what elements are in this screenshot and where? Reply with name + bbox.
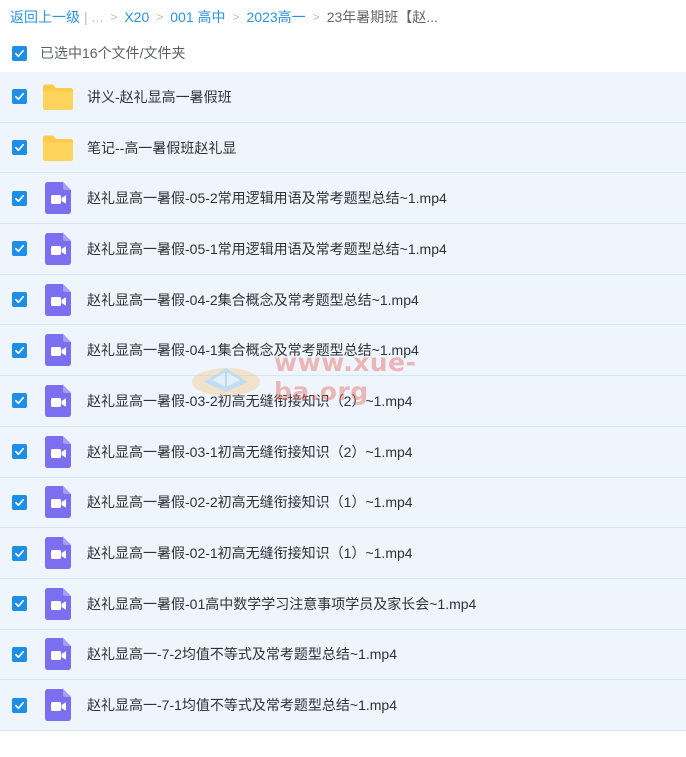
breadcrumb-item-x20[interactable]: X20	[124, 9, 149, 25]
folder-icon	[42, 81, 74, 113]
file-name[interactable]: 赵礼显高一暑假-03-2初高无缝衔接知识（2）~1.mp4	[87, 391, 413, 411]
chevron-right-icon: >	[232, 10, 240, 24]
video-file-icon	[42, 486, 74, 519]
checkmark-icon	[15, 549, 24, 557]
file-checkbox[interactable]	[12, 646, 27, 662]
checkmark-icon	[15, 448, 24, 456]
checkmark-icon	[15, 245, 24, 253]
breadcrumb-current: 23年暑期班【赵...	[326, 9, 438, 25]
video-file-icon	[42, 587, 74, 620]
file-checkbox[interactable]	[12, 697, 27, 713]
file-checkbox[interactable]	[12, 596, 27, 612]
file-checkbox[interactable]	[12, 444, 27, 460]
breadcrumb-ellipsis[interactable]: ...	[92, 9, 104, 25]
file-checkbox[interactable]	[12, 190, 27, 206]
video-file-icon	[42, 689, 74, 722]
file-row[interactable]: 赵礼显高一暑假-04-1集合概念及常考题型总结~1.mp4	[0, 325, 686, 377]
file-row[interactable]: 赵礼显高一暑假-04-2集合概念及常考题型总结~1.mp4	[0, 274, 686, 326]
checkmark-icon	[15, 397, 24, 405]
checkmark-icon	[15, 296, 24, 304]
file-row[interactable]: 赵礼显高一暑假-02-2初高无缝衔接知识（1）~1.mp4	[0, 477, 686, 529]
breadcrumb-divider: |	[84, 9, 88, 25]
select-all-checkbox[interactable]	[12, 45, 27, 61]
file-row[interactable]: 赵礼显高一暑假-02-1初高无缝衔接知识（1）~1.mp4	[0, 528, 686, 579]
video-file-icon	[42, 435, 74, 468]
file-checkbox[interactable]	[12, 140, 27, 156]
chevron-right-icon: >	[110, 10, 118, 24]
video-file-icon	[42, 232, 74, 265]
checkmark-icon	[15, 49, 24, 57]
video-file-icon	[42, 182, 74, 215]
file-name[interactable]: 赵礼显高一-7-1均值不等式及常考题型总结~1.mp4	[87, 695, 397, 715]
selection-count-label: 已选中16个文件/文件夹	[40, 45, 186, 61]
checkmark-icon	[15, 346, 24, 354]
file-row[interactable]: 赵礼显高一暑假-03-1初高无缝衔接知识（2）~1.mp4	[0, 426, 686, 478]
file-checkbox[interactable]	[12, 545, 27, 561]
chevron-right-icon: >	[156, 10, 164, 24]
file-row[interactable]: 笔记--高一暑假班赵礼显	[0, 122, 686, 174]
back-link[interactable]: 返回上一级	[10, 7, 80, 27]
file-name[interactable]: 赵礼显高一暑假-04-1集合概念及常考题型总结~1.mp4	[87, 340, 419, 360]
checkmark-icon	[15, 498, 24, 506]
file-checkbox[interactable]	[12, 494, 27, 510]
file-checkbox[interactable]	[12, 89, 27, 105]
video-file-icon	[42, 537, 74, 570]
breadcrumb-item-high-school[interactable]: 001 高中	[170, 7, 225, 27]
file-row[interactable]: 赵礼显高一暑假-05-1常用逻辑用语及常考题型总结~1.mp4	[0, 224, 686, 275]
file-checkbox[interactable]	[12, 342, 27, 358]
file-row[interactable]: 赵礼显高一-7-1均值不等式及常考题型总结~1.mp4	[0, 680, 686, 731]
file-row[interactable]: 赵礼显高一暑假-05-2常用逻辑用语及常考题型总结~1.mp4	[0, 173, 686, 225]
video-file-icon	[42, 638, 74, 671]
file-checkbox[interactable]	[12, 393, 27, 409]
folder-name[interactable]: 讲义-赵礼显高一暑假班	[87, 87, 232, 107]
file-name[interactable]: 赵礼显高一暑假-03-1初高无缝衔接知识（2）~1.mp4	[87, 442, 413, 462]
file-row[interactable]: 赵礼显高一-7-2均值不等式及常考题型总结~1.mp4	[0, 629, 686, 681]
file-list: 讲义-赵礼显高一暑假班 笔记--高一暑假班赵礼显赵礼显高一暑假-05-2常用逻辑用…	[0, 72, 686, 731]
file-checkbox[interactable]	[12, 241, 27, 257]
video-file-icon	[42, 384, 74, 417]
video-file-icon	[42, 334, 74, 367]
breadcrumb-item-2023-grade1[interactable]: 2023高一	[247, 7, 306, 27]
checkmark-icon	[15, 600, 24, 608]
video-file-icon	[42, 283, 74, 316]
checkmark-icon	[15, 650, 24, 658]
checkmark-icon	[15, 93, 24, 101]
checkmark-icon	[15, 143, 24, 152]
file-name[interactable]: 赵礼显高一暑假-01高中数学学习注意事项学员及家长会~1.mp4	[87, 594, 476, 614]
breadcrumb: 返回上一级 | ... > X20 > 001 高中 > 2023高一 > 23…	[0, 0, 686, 34]
chevron-right-icon: >	[312, 10, 320, 24]
file-name[interactable]: 赵礼显高一-7-2均值不等式及常考题型总结~1.mp4	[87, 644, 397, 664]
file-row[interactable]: 赵礼显高一暑假-03-2初高无缝衔接知识（2）~1.mp4	[0, 376, 686, 427]
folder-icon	[42, 132, 74, 164]
file-name[interactable]: 赵礼显高一暑假-05-1常用逻辑用语及常考题型总结~1.mp4	[87, 239, 447, 259]
file-row[interactable]: 讲义-赵礼显高一暑假班	[0, 72, 686, 123]
file-name[interactable]: 赵礼显高一暑假-05-2常用逻辑用语及常考题型总结~1.mp4	[87, 188, 447, 208]
file-name[interactable]: 赵礼显高一暑假-02-2初高无缝衔接知识（1）~1.mp4	[87, 492, 413, 512]
file-name[interactable]: 赵礼显高一暑假-04-2集合概念及常考题型总结~1.mp4	[87, 290, 419, 310]
checkmark-icon	[15, 194, 24, 202]
file-checkbox[interactable]	[12, 292, 27, 308]
folder-name[interactable]: 笔记--高一暑假班赵礼显	[87, 138, 236, 158]
file-name[interactable]: 赵礼显高一暑假-02-1初高无缝衔接知识（1）~1.mp4	[87, 543, 413, 563]
select-all-bar: 已选中16个文件/文件夹	[0, 36, 686, 70]
checkmark-icon	[15, 701, 24, 709]
file-row[interactable]: 赵礼显高一暑假-01高中数学学习注意事项学员及家长会~1.mp4	[0, 578, 686, 630]
